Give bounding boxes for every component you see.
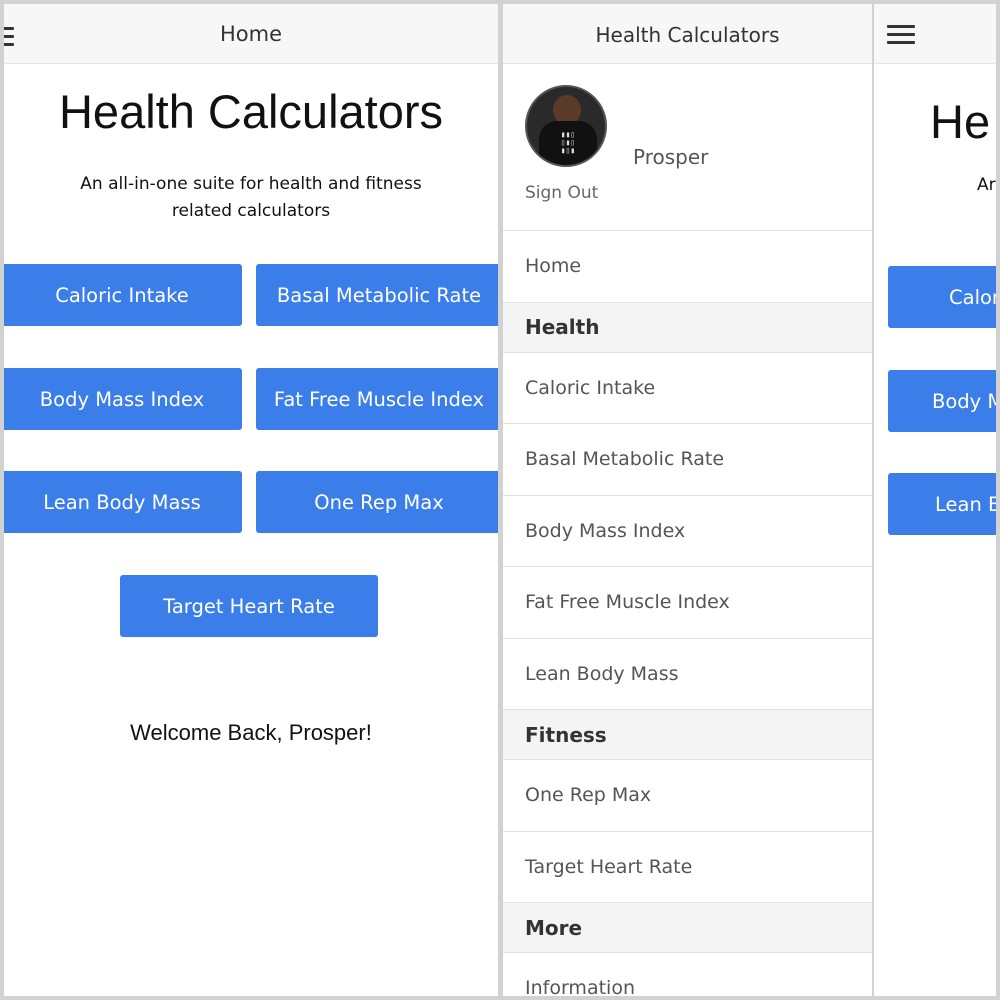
page-title: Health Calculators <box>58 85 443 138</box>
menu-item-home[interactable]: Home <box>503 231 872 303</box>
menu-icon[interactable] <box>887 25 915 45</box>
caloric-intake-button[interactable]: Caloric Intake <box>4 264 242 326</box>
subtitle-line-1: An all-in-one suite for health and fitne… <box>80 174 422 194</box>
drawer-navbar: Health Calculators <box>503 4 872 64</box>
welcome-message: Welcome Back, Prosper! <box>130 720 372 745</box>
subtitle-line-2: related calculators <box>171 201 331 221</box>
menu-item-body-mass-index[interactable]: Body Mass Index <box>503 495 872 567</box>
menu-item-basal-metabolic-rate[interactable]: Basal Metabolic Rate <box>503 424 872 496</box>
sign-out-link[interactable]: Sign Out <box>525 183 598 203</box>
fat-free-muscle-index-button[interactable]: Fat Free Muscle Index <box>256 368 498 430</box>
page-subtitle: An all-in-one suite for health and fitne… <box>4 171 498 225</box>
drawer-menu: Home Health Caloric Intake Basal Metabol… <box>503 231 872 996</box>
basal-metabolic-rate-button[interactable]: Basal Metabolic Rate <box>256 264 498 326</box>
menu-item-information[interactable]: Information <box>503 953 872 996</box>
one-rep-max-button[interactable]: One Rep Max <box>256 471 498 533</box>
drawer-screen: Health Calculators ▮▮▯ ▯▮▯ ▮▯▮ Prosper Sig… <box>503 4 872 996</box>
section-header-health: Health <box>503 302 872 353</box>
partial-page-title: He <box>930 95 991 148</box>
partial-caloric-intake-button[interactable]: Calor <box>888 266 996 328</box>
body-mass-index-button[interactable]: Body Mass Index <box>4 368 242 430</box>
home-screen-partial: He Ar Calor Body M Lean B <box>874 4 996 996</box>
drawer-title: Health Calculators <box>595 23 780 47</box>
top-navbar: Home <box>4 4 498 64</box>
nav-title: Home <box>219 22 282 46</box>
section-header-fitness: Fitness <box>503 710 872 760</box>
partial-navbar <box>874 4 996 64</box>
target-heart-rate-button[interactable]: Target Heart Rate <box>120 575 378 637</box>
section-header-more: More <box>503 903 872 953</box>
menu-item-lean-body-mass[interactable]: Lean Body Mass <box>503 638 872 710</box>
menu-item-caloric-intake[interactable]: Caloric Intake <box>503 352 872 424</box>
menu-item-target-heart-rate[interactable]: Target Heart Rate <box>503 831 872 903</box>
avatar[interactable]: ▮▮▯ ▯▮▯ ▮▯▮ <box>525 85 607 167</box>
home-screen: Home Health Calculators An all-in-one su… <box>4 4 498 996</box>
partial-lean-body-mass-button[interactable]: Lean B <box>888 473 996 535</box>
user-profile: ▮▮▯ ▯▮▯ ▮▯▮ Prosper Sign Out <box>503 65 872 231</box>
partial-subtitle: Ar <box>977 175 996 195</box>
menu-item-one-rep-max[interactable]: One Rep Max <box>503 760 872 832</box>
partial-body-mass-index-button[interactable]: Body M <box>888 370 996 432</box>
user-name: Prosper <box>633 145 709 169</box>
lean-body-mass-button[interactable]: Lean Body Mass <box>4 471 242 533</box>
menu-item-fat-free-muscle-index[interactable]: Fat Free Muscle Index <box>503 567 872 639</box>
